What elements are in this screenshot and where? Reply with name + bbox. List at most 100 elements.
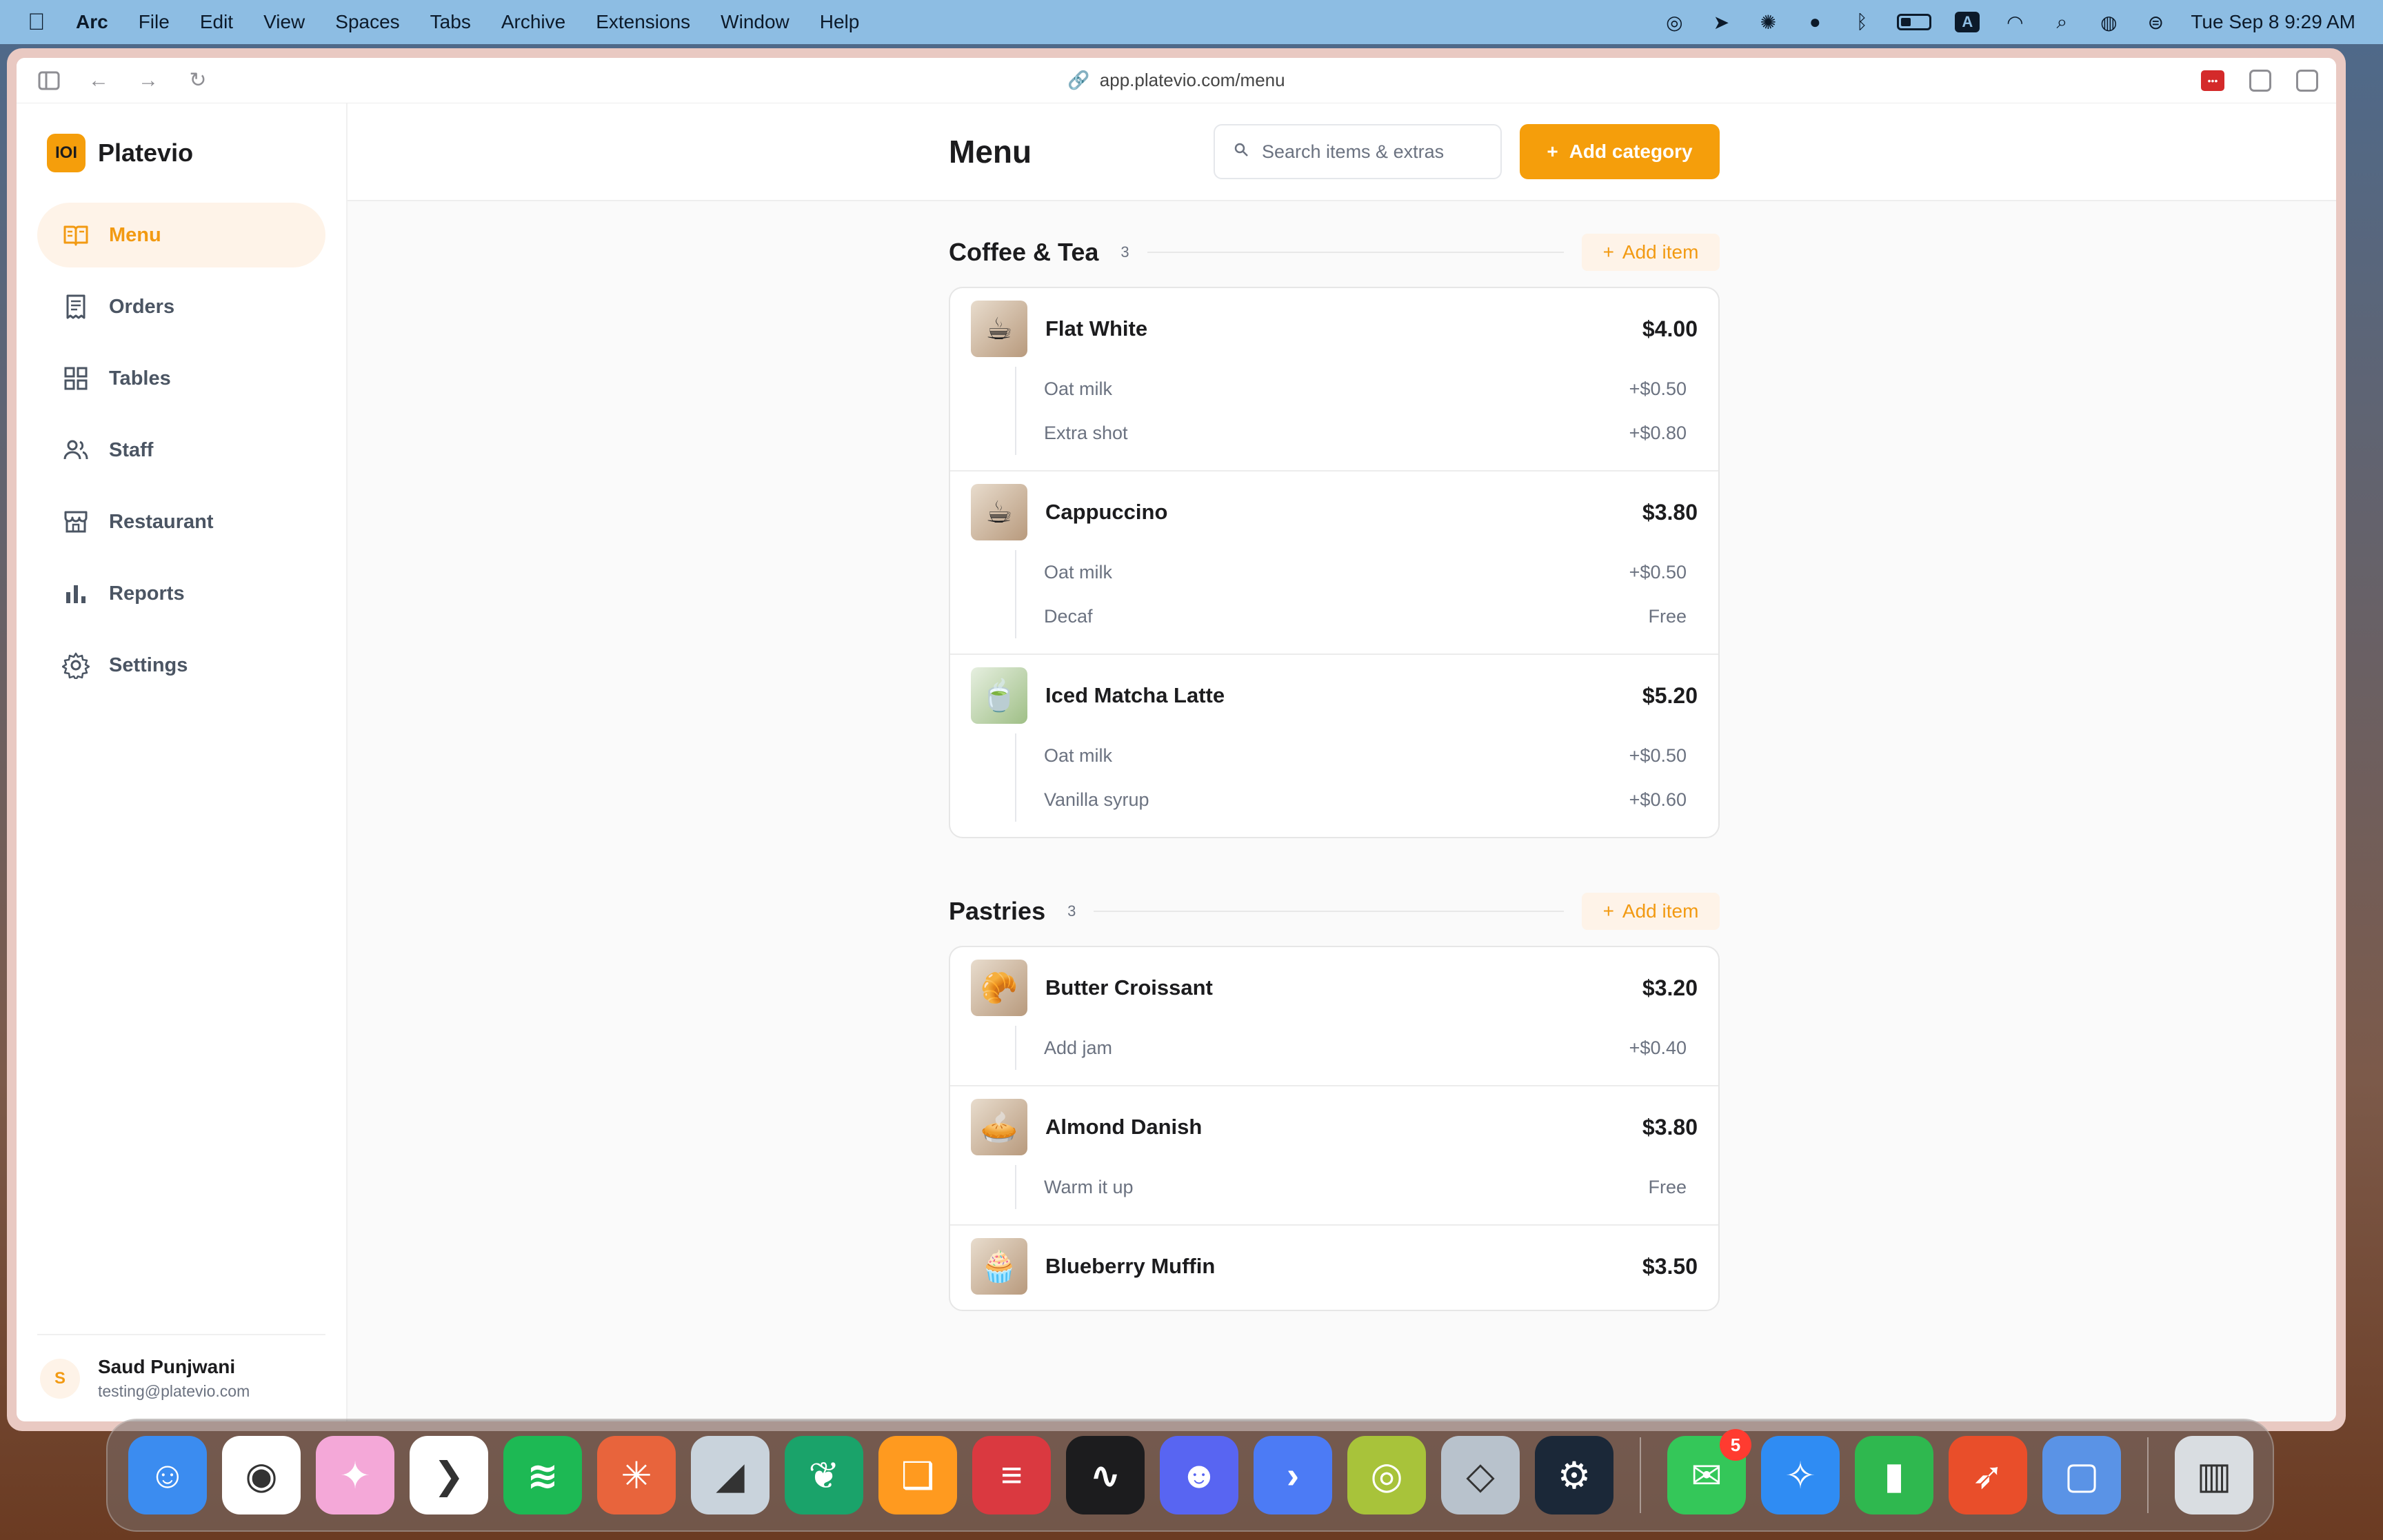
menu-item-blueberry-muffin[interactable]: 🧁 Blueberry Muffin $3.50 [950, 1224, 1718, 1310]
menu-item-almond-danish[interactable]: 🥧 Almond Danish $3.80 Warm it up Free [950, 1085, 1718, 1224]
menu-archive[interactable]: Archive [501, 11, 565, 33]
sidebar-toggle-icon[interactable] [34, 66, 63, 95]
modifier-name: Vanilla syrup [1044, 789, 1149, 810]
send-tray-icon[interactable]: ➤ [1709, 12, 1733, 33]
page-header: Menu Search items & extras + Add categor… [348, 103, 2336, 201]
reader-mode-icon[interactable] [2249, 69, 2271, 92]
network-app-icon[interactable]: ◇ [1441, 1436, 1520, 1514]
menu-app-name[interactable]: Arc [76, 11, 108, 33]
browser-window: ← → ↻ 🔗 app.platevio.com/menu ••• IOI Pl… [7, 48, 2346, 1431]
modifier-list: Add jam +$0.40 [1015, 1026, 1698, 1070]
item-name: Blueberry Muffin [1045, 1254, 1216, 1278]
back-arrow-icon[interactable]: ← [84, 66, 113, 95]
add-category-label: Add category [1569, 141, 1693, 162]
cursor-app-icon[interactable]: ◢ [691, 1436, 770, 1514]
jar-app-icon[interactable]: ▢ [2042, 1436, 2121, 1514]
menu-item-flat-white[interactable]: ☕ Flat White $4.00 Oat milk +$0.50 Extra… [950, 288, 1718, 470]
item-name: Cappuccino [1045, 500, 1168, 524]
control-center-icon[interactable]: ⊜ [2144, 12, 2167, 33]
spotify-app-icon[interactable]: ≋ [503, 1436, 582, 1514]
vscode-app-icon[interactable]: ❯ [410, 1436, 488, 1514]
sidebar-item-tables[interactable]: Tables [37, 346, 325, 411]
sidebar-item-restaurant[interactable]: Restaurant [37, 489, 325, 554]
numbers-app-icon[interactable]: ▮ [1855, 1436, 1933, 1514]
modifier-row[interactable]: Oat milk +$0.50 [1044, 367, 1687, 411]
battery-icon[interactable] [1897, 14, 1932, 30]
modifier-row[interactable]: Warm it up Free [1044, 1165, 1687, 1209]
modifier-row[interactable]: Oat milk +$0.50 [1044, 550, 1687, 594]
modifier-list: Warm it up Free [1015, 1165, 1698, 1209]
modifier-row[interactable]: Extra shot +$0.80 [1044, 411, 1687, 455]
menu-tabs[interactable]: Tabs [430, 11, 471, 33]
add-category-button[interactable]: + Add category [1520, 124, 1720, 179]
menu-item-butter-croissant[interactable]: 🥐 Butter Croissant $3.20 Add jam +$0.40 [950, 947, 1718, 1085]
menu-spaces[interactable]: Spaces [335, 11, 399, 33]
siri-icon[interactable]: ◍ [2097, 12, 2120, 33]
sidebar-item-orders[interactable]: Orders [37, 274, 325, 339]
address-url: app.platevio.com/menu [1099, 70, 1285, 90]
modifier-row[interactable]: Vanilla syrup +$0.60 [1044, 778, 1687, 822]
address-bar[interactable]: 🔗 app.platevio.com/menu [1067, 70, 1285, 91]
category-pastries: Pastries 3 + Add item 🥐 Butter Croissant… [949, 892, 1720, 1311]
link-icon: 🔗 [1067, 70, 1090, 90]
modifier-row[interactable]: Add jam +$0.40 [1044, 1026, 1687, 1070]
menu-item-iced-matcha-latte[interactable]: 🍵 Iced Matcha Latte $5.20 Oat milk +$0.5… [950, 654, 1718, 837]
discord-app-icon[interactable]: ☻ [1160, 1436, 1238, 1514]
keyboard-input-icon[interactable]: A [1955, 12, 1980, 32]
spiral-tray-icon[interactable]: ◎ [1662, 12, 1686, 33]
stocks-app-icon[interactable]: ∿ [1066, 1436, 1145, 1514]
sidebar-item-reports[interactable]: Reports [37, 561, 325, 626]
terminal-app-icon[interactable]: › [1254, 1436, 1332, 1514]
apple-icon[interactable]:  [28, 9, 55, 36]
extension-icon[interactable]: ••• [2201, 70, 2224, 91]
menu-extensions[interactable]: Extensions [596, 11, 690, 33]
modifier-row[interactable]: Oat milk +$0.50 [1044, 733, 1687, 778]
wifi-icon[interactable]: ◠ [2003, 12, 2027, 33]
chrome-app-icon[interactable]: ◉ [222, 1436, 301, 1514]
user-name: Saud Punjwani [98, 1356, 236, 1377]
add-item-button[interactable]: + Add item [1582, 893, 1720, 930]
split-view-icon[interactable] [2296, 69, 2318, 92]
user-profile[interactable]: S Saud Punjwani testing@platevio.com [37, 1334, 325, 1401]
search-placeholder: Search items & extras [1262, 141, 1445, 162]
openai-tray-icon[interactable]: ✺ [1756, 12, 1780, 33]
modifier-row[interactable]: Decaf Free [1044, 594, 1687, 638]
mastodon-app-icon[interactable]: ❦ [785, 1436, 863, 1514]
trash-app-icon[interactable]: ▥ [2175, 1436, 2253, 1514]
messages-app-icon[interactable]: ✉ 5 [1667, 1429, 1751, 1514]
sidebar-item-staff[interactable]: Staff [37, 418, 325, 483]
menu-file[interactable]: File [139, 11, 170, 33]
search-input[interactable]: Search items & extras [1214, 124, 1502, 179]
safari-app-icon[interactable]: ✧ [1761, 1436, 1840, 1514]
menu-help[interactable]: Help [820, 11, 860, 33]
menu-edit[interactable]: Edit [200, 11, 233, 33]
menu-item-cappuccino[interactable]: ☕ Cappuccino $3.80 Oat milk +$0.50 Decaf… [950, 470, 1718, 654]
item-price: $5.20 [1642, 682, 1698, 708]
forward-arrow-icon[interactable]: → [134, 66, 163, 95]
menu-window[interactable]: Window [721, 11, 790, 33]
menubar-clock[interactable]: Tue Sep 8 9:29 AM [2191, 11, 2355, 33]
spotlight-search-icon[interactable]: ⌕ [2050, 11, 2073, 32]
spiral-app-icon[interactable]: ◎ [1347, 1436, 1426, 1514]
brand[interactable]: IOI Platevio [37, 131, 325, 175]
finder-app-icon[interactable]: ☺ [128, 1436, 207, 1514]
modifier-name: Extra shot [1044, 422, 1128, 443]
menu-view[interactable]: View [263, 11, 305, 33]
bluetooth-icon[interactable]: ᛒ [1850, 11, 1873, 32]
books-app-icon[interactable]: ❑ [878, 1436, 957, 1514]
modifier-name: Oat milk [1044, 378, 1113, 399]
claude-app-icon[interactable]: ✳ [597, 1436, 676, 1514]
item-price: $3.80 [1642, 1114, 1698, 1139]
person-tray-icon[interactable]: ● [1803, 11, 1827, 32]
rocket-app-icon[interactable]: ➶ [1949, 1436, 2027, 1514]
book-open-icon [61, 220, 91, 250]
platevio-logo-icon: IOI [47, 134, 86, 172]
sidebar-item-menu[interactable]: Menu [37, 203, 325, 267]
sidebar-item-settings[interactable]: Settings [37, 633, 325, 698]
steam-app-icon[interactable]: ⚙ [1535, 1436, 1613, 1514]
category-header: Pastries 3 + Add item [949, 892, 1720, 931]
expressvpn-app-icon[interactable]: ≡ [972, 1436, 1051, 1514]
add-item-button[interactable]: + Add item [1582, 234, 1720, 271]
reload-icon[interactable]: ↻ [183, 66, 212, 95]
design-app-icon[interactable]: ✦ [316, 1436, 394, 1514]
